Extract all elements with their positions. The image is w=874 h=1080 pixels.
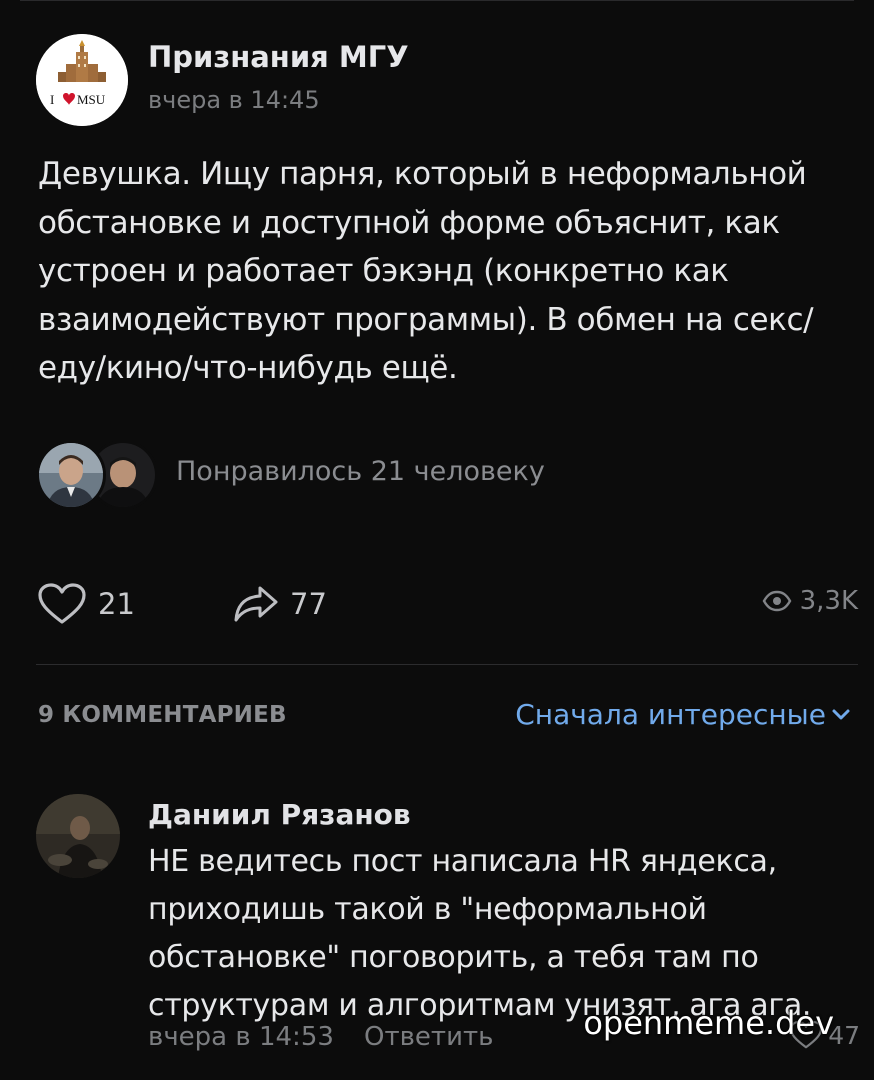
watermark: openmeme.dev [583,1004,834,1042]
sort-label: Сначала интересные [515,698,826,731]
chevron-down-icon [832,709,850,719]
group-name[interactable]: Признания МГУ [148,40,409,74]
svg-text:MSU: MSU [77,92,106,107]
top-divider [20,0,854,1]
eye-icon [762,590,791,612]
views-count: 3,3K [799,586,858,616]
share-button[interactable]: 77 [232,584,327,624]
comment-time: вчера в 14:53 [148,1022,334,1052]
liker-avatar [36,440,106,510]
comment-author[interactable]: Даниил Рязанов [148,798,411,831]
like-button[interactable]: 21 [36,583,135,624]
share-count: 77 [290,587,327,621]
msu-logo-icon: I MSU [36,34,128,126]
reply-button[interactable]: Ответить [364,1022,493,1052]
post-time: вчера в 14:45 [148,86,320,114]
liked-by-text[interactable]: Понравилось 21 человеку [176,456,545,487]
post-text: Девушка. Ищу парня, который в неформальн… [38,156,814,386]
divider [36,664,858,665]
person-icon [39,443,103,507]
share-arrow-icon [234,586,278,622]
comment-author-avatar[interactable] [36,794,120,878]
comments-sort-button[interactable]: Сначала интересные [515,698,856,731]
comment-text: НЕ ведитесь пост написала HR яндекса, пр… [148,844,812,1023]
person-icon [36,794,120,878]
svg-text:I: I [50,92,54,107]
heart-icon [38,583,86,624]
comments-count: 9 КОММЕНТАРИЕВ [38,702,287,728]
group-avatar[interactable]: I MSU [36,34,128,126]
views-counter: 3,3K [762,586,858,616]
like-count: 21 [98,587,135,621]
likers-avatars[interactable] [36,440,166,510]
